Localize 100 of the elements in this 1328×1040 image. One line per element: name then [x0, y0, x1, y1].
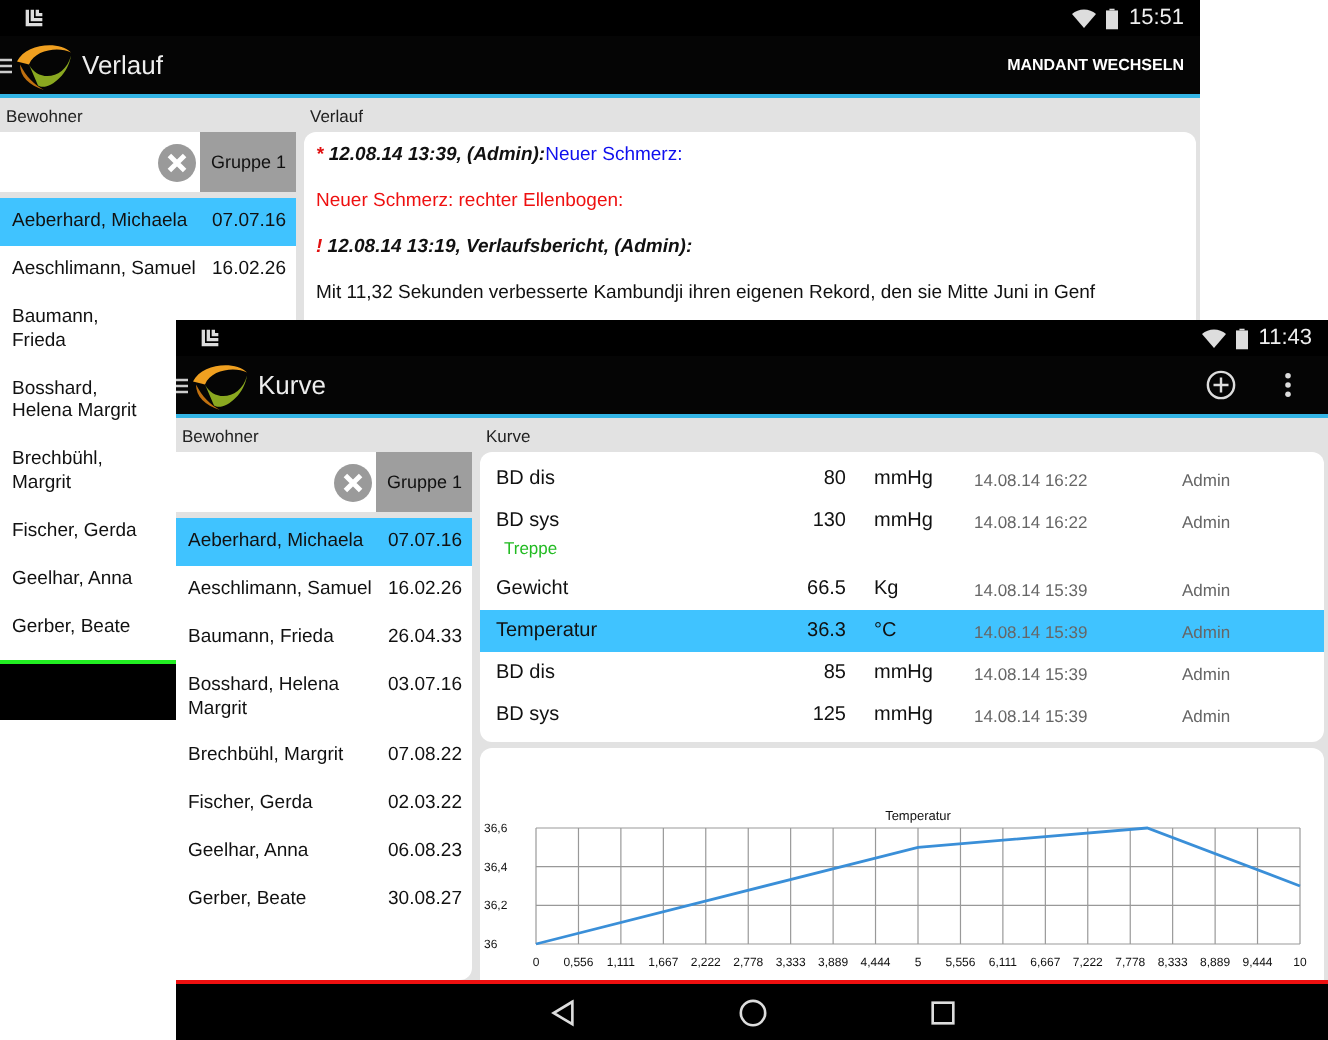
section-header: Kurve — [484, 424, 533, 450]
measurement-user: Admin — [1182, 511, 1231, 531]
measurement-row[interactable]: BD dis 80 mmHg 14.08.14 16:22 Admin — [480, 458, 1324, 500]
measurement-time: 14.08.14 16:22 — [974, 469, 1090, 489]
measurement-value: 85 — [821, 662, 846, 684]
measurement-user: Admin — [1182, 621, 1231, 641]
recents-icon[interactable] — [927, 997, 957, 1027]
resident-date: 02.03.22 — [388, 792, 462, 815]
back-icon[interactable] — [547, 997, 577, 1027]
resident-item[interactable]: Aeschlimann, Samuel 16.02.26 — [0, 245, 296, 294]
resident-item[interactable]: Aeschlimann, Samuel 16.02.26 — [176, 565, 472, 614]
resident-name: Aeberhard, Michaela — [188, 530, 364, 554]
resident-date: 07.07.16 — [212, 210, 286, 232]
measurement-user: Admin — [1182, 469, 1231, 489]
group-button[interactable]: Gruppe 1 — [376, 452, 472, 512]
resident-name: Geelhar, Anna — [188, 840, 309, 864]
notification-icon — [24, 8, 44, 28]
resident-name: Baumann, Frieda — [188, 625, 334, 650]
notification-icon — [200, 328, 220, 348]
resident-item[interactable]: Gerber, Beate 30.08.27 — [176, 876, 472, 924]
switch-client-button[interactable]: MANDANT WECHSELN — [1007, 56, 1184, 74]
swirl-logo-icon — [14, 39, 74, 91]
measurement-unit: mmHg — [874, 662, 935, 684]
entry-text: Mit 11,32 Sekunden verbesserte Kambundji ihren eigenen Rekord, den sie Mitte Juni in Genf — [316, 282, 1098, 304]
menu-icon[interactable] — [0, 57, 12, 73]
measurement-value: 130 — [810, 510, 846, 532]
resident-date: 06.08.23 — [388, 840, 462, 863]
resident-item[interactable]: Geelhar, Anna — [0, 555, 143, 604]
resident-item[interactable]: Fischer, Gerda — [0, 508, 147, 556]
more-icon[interactable] — [1284, 372, 1292, 398]
resident-item[interactable]: Bosshard, Helena Margrit — [0, 365, 166, 437]
measurement-name: Gewicht — [496, 578, 571, 600]
resident-name: Brechbühl, Margrit — [188, 744, 344, 769]
resident-name: Gerber, Beate — [12, 615, 131, 640]
search-field[interactable]: Gruppe 1 — [0, 132, 296, 192]
resident-name: Fischer, Gerda — [188, 792, 313, 817]
battery-icon — [1236, 327, 1249, 349]
resident-name: Fischer, Gerda — [12, 520, 137, 544]
group-button[interactable]: Gruppe 1 — [200, 132, 296, 192]
measurement-value: 66.5 — [805, 578, 846, 600]
search-field[interactable]: Gruppe 1 — [176, 452, 472, 512]
resident-item[interactable]: Aeberhard, Michaela 07.07.16 — [176, 518, 472, 566]
resident-date: 03.07.16 — [388, 673, 462, 696]
resident-item[interactable]: Bosshard, Helena Margrit 03.07.16 — [176, 661, 472, 733]
resident-item[interactable]: Gerber, Beate — [0, 603, 141, 652]
swirl-logo-icon — [190, 359, 250, 411]
resident-name: Bosshard, Helena Margrit — [12, 377, 139, 425]
measurement-value: 125 — [810, 704, 846, 726]
clear-icon[interactable] — [158, 143, 197, 181]
measurement-user: Admin — [1182, 579, 1231, 599]
resident-item[interactable]: Aeberhard, Michaela 07.07.16 — [0, 198, 296, 246]
measurement-name: BD sys — [496, 704, 562, 726]
home-icon[interactable] — [737, 997, 767, 1027]
resident-date: 07.08.22 — [388, 744, 462, 767]
resident-item[interactable]: Geelhar, Anna 06.08.23 — [176, 828, 472, 876]
resident-date: 16.02.26 — [388, 577, 462, 600]
section-header: Verlauf — [308, 104, 365, 130]
measurement-row[interactable]: BD sys 125 mmHg 14.08.14 15:39 Admin — [480, 694, 1324, 736]
alert-text: Neuer Schmerz: rechter Ellenbogen: — [316, 190, 626, 212]
resident-item[interactable]: Baumann, Frieda — [0, 293, 166, 365]
measurement-unit: °C — [874, 620, 899, 642]
measurement-row[interactable]: BD sys 130 mmHg 14.08.14 16:22 Admin Treppe — [480, 500, 1324, 568]
wifi-icon — [1072, 8, 1097, 28]
measurement-time: 14.08.14 15:39 — [974, 705, 1090, 725]
clock-time: 11:43 — [1258, 326, 1312, 350]
measurement-name: BD dis — [496, 468, 557, 490]
resident-name: Geelhar, Anna — [12, 567, 133, 592]
resident-name: Aeberhard, Michaela — [12, 210, 188, 234]
measurement-value: 80 — [821, 468, 846, 490]
add-icon[interactable] — [1206, 370, 1236, 400]
resident-name: Gerber, Beate — [188, 888, 307, 912]
resident-item[interactable]: Brechbühl, Margrit — [0, 436, 166, 508]
measurement-note: Treppe — [504, 538, 560, 558]
resident-item[interactable]: Brechbühl, Margrit 07.08.22 — [176, 732, 472, 781]
resident-name: Brechbühl, Margrit — [12, 448, 105, 496]
measurement-row[interactable]: Gewicht 66.5 Kg 14.08.14 15:39 Admin — [480, 568, 1324, 610]
battery-icon — [1106, 7, 1119, 29]
resident-item[interactable]: Fischer, Gerda 02.03.22 — [176, 780, 472, 829]
entry-heading: * 12.08.14 13:39, (Admin):Neuer Schmerz: — [316, 144, 685, 166]
menu-icon[interactable] — [176, 377, 188, 393]
measurement-unit: mmHg — [874, 510, 935, 532]
resident-date: 07.07.16 — [388, 530, 462, 552]
measurement-time: 14.08.14 15:39 — [974, 579, 1090, 599]
clear-icon[interactable] — [334, 463, 373, 501]
resident-name: Baumann, Frieda — [12, 305, 101, 353]
entry-heading: ! 12.08.14 13:19, Verlaufsbericht, (Admin): — [316, 236, 695, 258]
measurement-row[interactable]: Temperatur 36.3 °C 14.08.14 15:39 Admin — [480, 610, 1324, 652]
measurement-time: 14.08.14 15:39 — [974, 663, 1090, 683]
measurement-unit: mmHg — [874, 704, 935, 726]
measurement-name: BD dis — [496, 662, 557, 684]
screen-title: Verlauf — [82, 50, 163, 80]
resident-item[interactable]: Baumann, Frieda 26.04.33 — [176, 613, 472, 662]
measurement-time: 14.08.14 15:39 — [974, 621, 1090, 641]
measurement-unit: mmHg — [874, 468, 935, 490]
measurement-user: Admin — [1182, 663, 1231, 683]
wifi-icon — [1202, 328, 1227, 348]
resident-name: Aeschlimann, Samuel — [188, 577, 372, 602]
resident-date: 26.04.33 — [388, 625, 462, 648]
resident-date: 30.08.27 — [388, 888, 462, 910]
measurement-row[interactable]: BD dis 85 mmHg 14.08.14 15:39 Admin — [480, 652, 1324, 694]
